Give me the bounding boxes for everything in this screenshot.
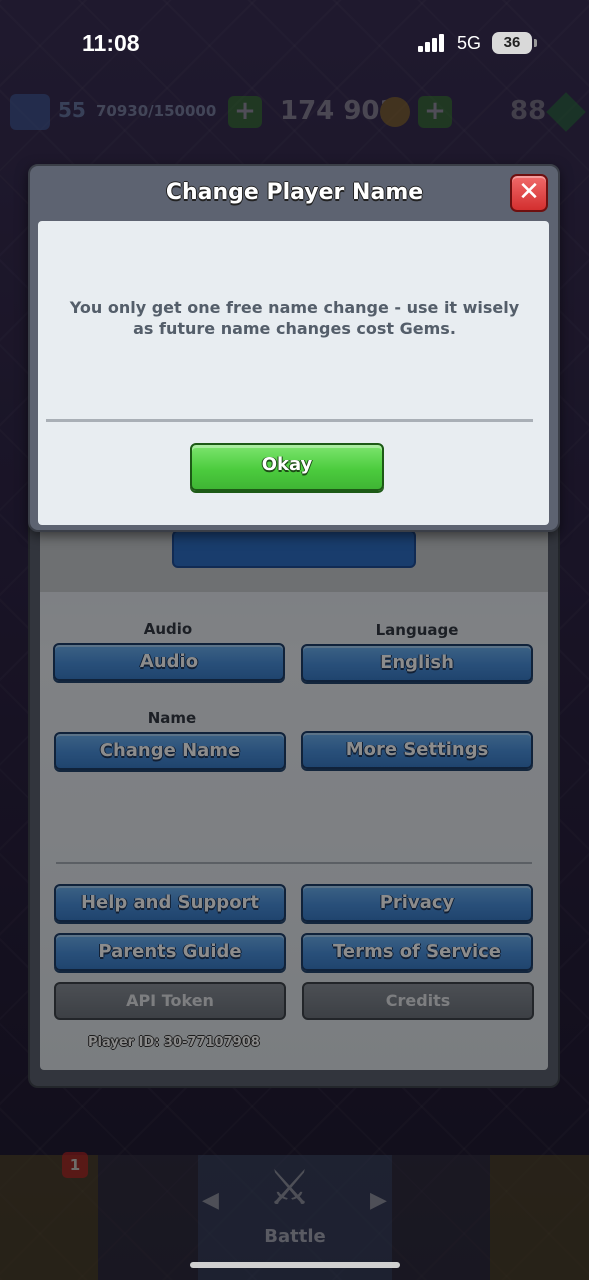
dialog-message: You only get one free name change - use … — [69, 298, 520, 338]
status-bar: 11:08 5G 36 — [0, 0, 589, 88]
network-type: 5G — [457, 33, 482, 53]
dialog-divider — [46, 419, 533, 422]
okay-button[interactable]: Okay — [190, 443, 384, 491]
signal-icon — [418, 34, 446, 52]
battery-icon: 36 — [492, 32, 537, 54]
home-indicator[interactable] — [190, 1262, 400, 1268]
status-time: 11:08 — [82, 30, 140, 56]
close-icon: ✕ — [518, 177, 540, 207]
close-button[interactable]: ✕ — [510, 174, 548, 212]
dialog-title: Change Player Name — [165, 180, 424, 205]
